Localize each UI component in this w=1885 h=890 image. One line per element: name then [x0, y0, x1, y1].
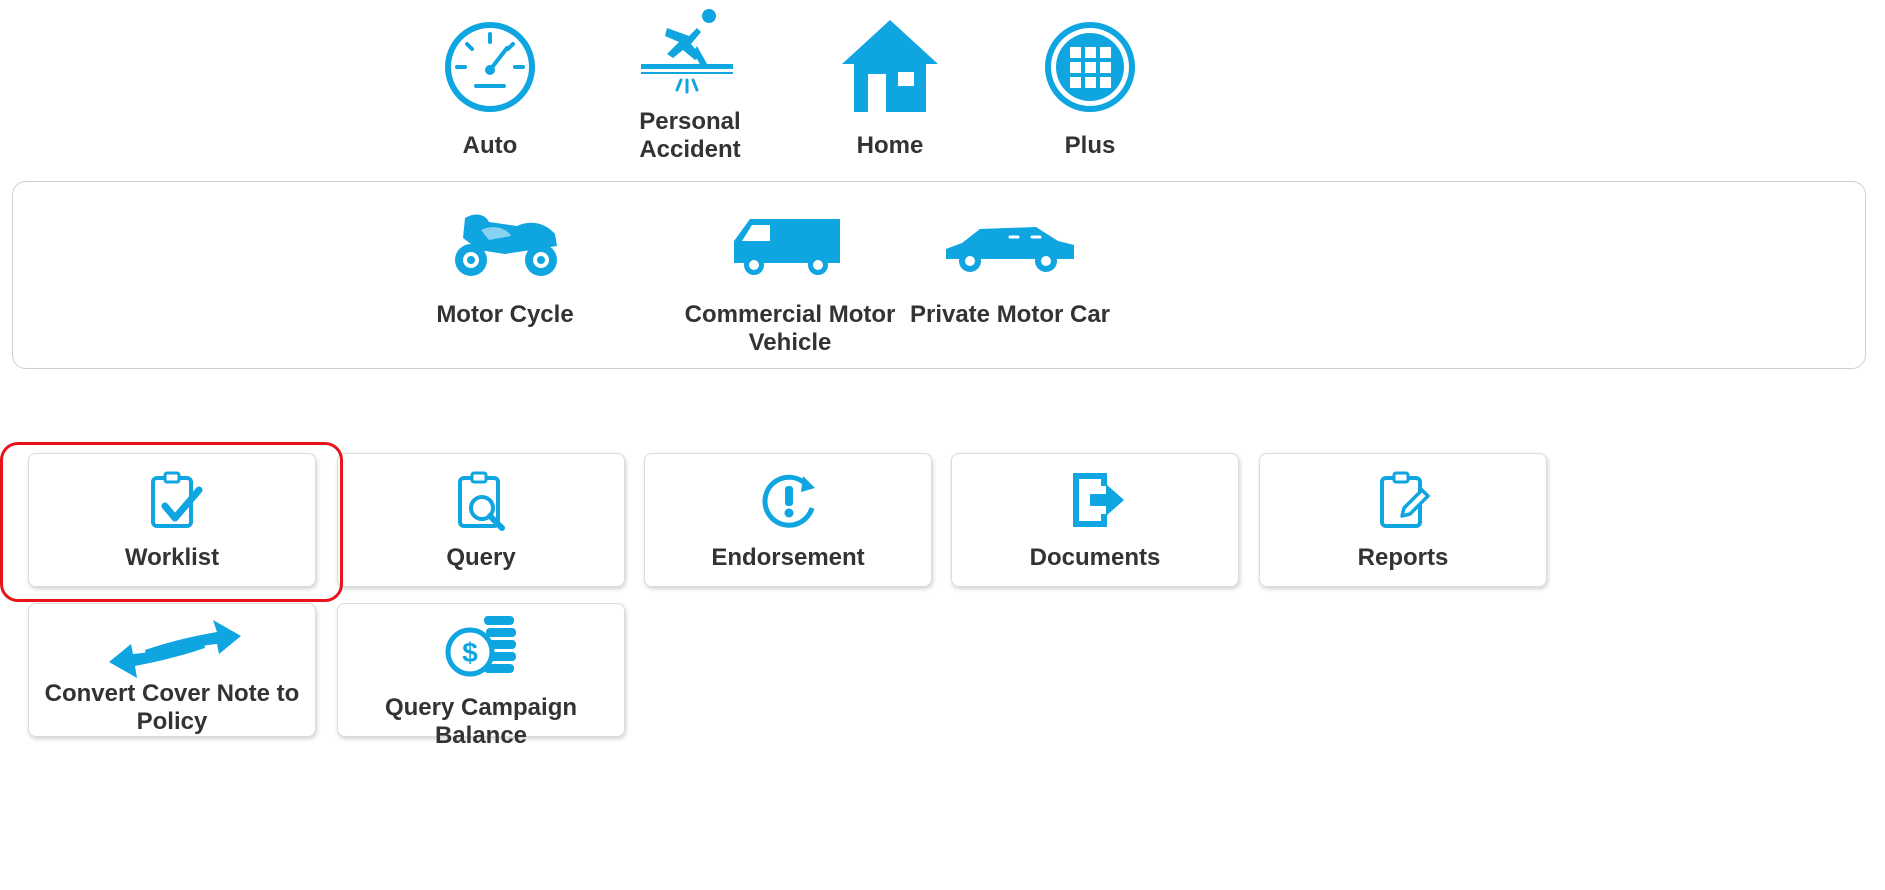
clipboard-search-icon [458, 471, 505, 531]
product-plus[interactable]: Plus [1000, 10, 1180, 170]
product-personal-accident[interactable]: Personal Accident [600, 0, 780, 170]
swap-arrows-icon [109, 620, 241, 678]
house-icon [842, 20, 938, 112]
tile-label: Convert Cover Note to Policy [44, 680, 300, 735]
auto-type-label: Commercial Motor Vehicle [684, 301, 896, 356]
coins-dollar-icon: $ [445, 616, 516, 677]
tile-query[interactable]: Query [337, 453, 625, 587]
tile-label: Query [446, 544, 516, 571]
slip-fall-icon [641, 9, 733, 94]
tile-label: Reports [1357, 544, 1449, 571]
tile-endorsement[interactable]: Endorsement [644, 453, 932, 587]
motorcycle-icon [455, 214, 557, 276]
auto-type-motor-cycle[interactable]: Motor Cycle [410, 205, 600, 355]
van-icon [734, 219, 840, 275]
product-label: Home [856, 132, 924, 159]
clipboard-pencil-icon [1380, 471, 1430, 528]
auto-type-commercial-motor-vehicle[interactable]: Commercial Motor Vehicle [680, 205, 900, 365]
auto-type-label: Private Motor Car [909, 301, 1111, 328]
tile-documents[interactable]: Documents [951, 453, 1239, 587]
tile-query-campaign-balance[interactable]: $ Query Campaign Balance [337, 603, 625, 749]
refresh-alert-icon [762, 474, 815, 528]
tile-reports[interactable]: Reports [1259, 453, 1547, 587]
document-exit-icon [1073, 473, 1124, 527]
product-label: Personal Accident [639, 108, 741, 163]
tile-label: Query Campaign Balance [384, 694, 578, 749]
tile-label: Documents [1029, 544, 1161, 571]
worklist-highlight-outline [0, 442, 343, 602]
speedometer-icon [445, 22, 535, 112]
product-label: Auto [462, 132, 518, 159]
auto-type-label: Motor Cycle [436, 301, 574, 328]
car-icon [946, 227, 1074, 272]
product-home[interactable]: Home [800, 10, 980, 170]
svg-text:$: $ [462, 637, 478, 668]
tile-convert-cover-note[interactable]: Convert Cover Note to Policy [28, 603, 316, 737]
auto-type-private-motor-car[interactable]: Private Motor Car [905, 205, 1115, 355]
tile-label: Endorsement [711, 544, 865, 571]
grid-icon [1045, 22, 1135, 112]
product-auto[interactable]: Auto [400, 10, 580, 170]
product-label: Plus [1064, 132, 1116, 159]
